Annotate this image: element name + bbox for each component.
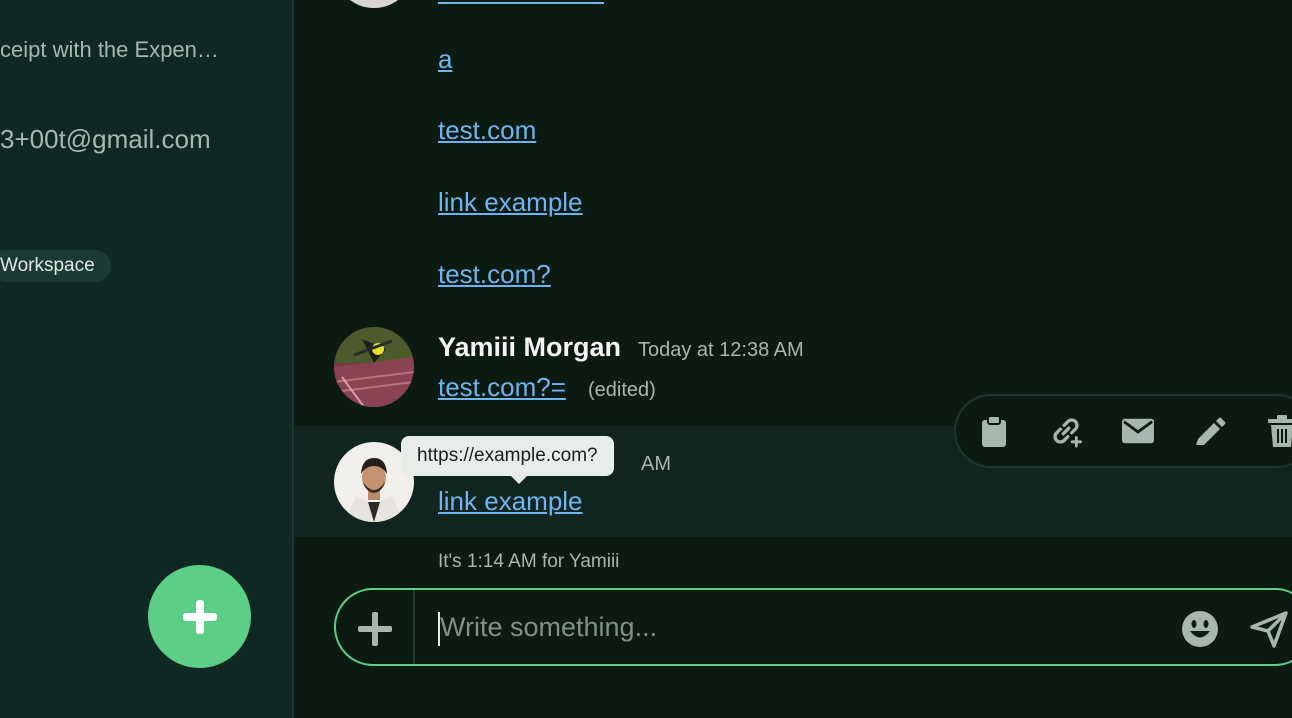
plus-icon (182, 599, 217, 634)
emoji-button[interactable] (1181, 610, 1219, 648)
message-link[interactable]: link example (438, 486, 583, 517)
message-timestamp: AM (641, 453, 671, 475)
message-link[interactable]: test.com?= (438, 372, 566, 403)
link-partial[interactable] (438, 0, 604, 4)
clipboard-icon (982, 415, 1006, 447)
tooltip-arrow (510, 475, 528, 484)
emoji-icon (1182, 611, 1218, 647)
workspace-badge: Workspace (0, 250, 111, 282)
sidebar: ceipt with the Expen… 3+00t@gmail.com Wo… (0, 0, 294, 718)
mail-icon (1122, 418, 1154, 444)
message-timestamp: Today at 12:38 AM (638, 339, 804, 361)
composer-divider (413, 590, 415, 664)
trash-icon (1268, 415, 1292, 447)
avatar[interactable] (334, 0, 414, 8)
chat-area: a test.com link example test.com? Yamiii… (294, 0, 1292, 718)
message-composer: Write something... (334, 588, 1292, 666)
copy-link-button[interactable] (1050, 415, 1082, 448)
avatar[interactable] (334, 327, 414, 407)
edit-button[interactable] (1194, 415, 1226, 447)
plus-icon (358, 612, 392, 646)
message-actions-bar (954, 394, 1292, 468)
delete-button[interactable] (1266, 415, 1292, 447)
recipient-local-time: It's 1:14 AM for Yamiii (438, 551, 620, 572)
copy-button[interactable] (978, 415, 1010, 447)
chat-preview-text[interactable]: ceipt with the Expen… (0, 37, 219, 63)
attach-button[interactable] (356, 610, 394, 648)
link-add-icon (1053, 418, 1082, 448)
link-tooltip: https://example.com? (401, 436, 614, 476)
edited-label: (edited) (588, 379, 656, 401)
message-link[interactable]: a (438, 44, 452, 75)
send-icon (1250, 611, 1288, 648)
message-input[interactable]: Write something... (440, 612, 657, 643)
message-link[interactable]: link example (438, 187, 583, 218)
user-email: 3+00t@gmail.com (0, 124, 211, 154)
new-chat-button[interactable] (148, 565, 251, 668)
send-button[interactable] (1250, 610, 1288, 648)
author-name[interactable]: Yamiii Morgan (438, 332, 621, 363)
pencil-icon (1196, 417, 1226, 445)
message-link[interactable]: test.com? (438, 259, 551, 290)
mark-unread-button[interactable] (1122, 415, 1154, 447)
message-link[interactable]: test.com (438, 115, 536, 146)
